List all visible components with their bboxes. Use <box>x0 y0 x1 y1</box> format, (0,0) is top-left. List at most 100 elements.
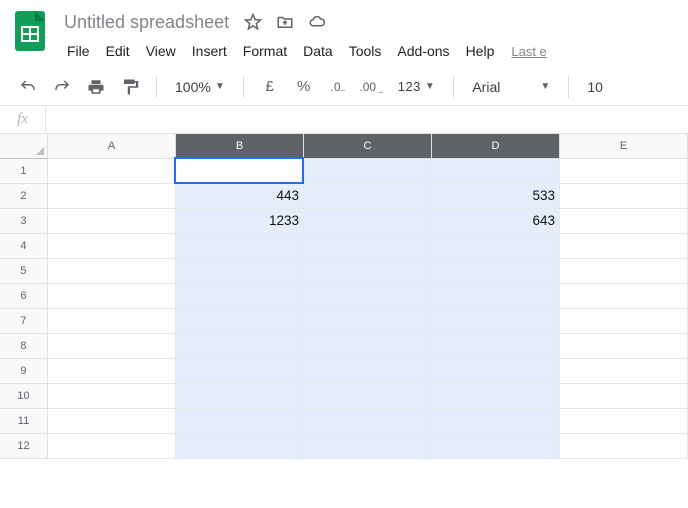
row-header-2[interactable]: 2 <box>0 183 47 208</box>
move-folder-icon[interactable] <box>273 10 297 34</box>
font-select[interactable]: Arial ▼ <box>466 73 556 101</box>
cell-A4[interactable] <box>47 233 175 258</box>
star-icon[interactable] <box>241 10 265 34</box>
number-format-select[interactable]: 123 ▼ <box>392 73 442 101</box>
col-header-C[interactable]: C <box>303 134 431 158</box>
cell-E6[interactable] <box>559 283 687 308</box>
cell-C12[interactable] <box>303 433 431 458</box>
cell-C7[interactable] <box>303 308 431 333</box>
font-size-select[interactable]: 10 <box>581 73 609 101</box>
menu-help[interactable]: Help <box>459 41 502 61</box>
cell-A12[interactable] <box>47 433 175 458</box>
print-button[interactable] <box>82 73 110 101</box>
decrease-decimal-button[interactable]: .0_ <box>324 73 352 101</box>
col-header-D[interactable]: D <box>431 134 559 158</box>
increase-decimal-button[interactable]: .00→ <box>358 73 386 101</box>
cell-C11[interactable] <box>303 408 431 433</box>
row-header-5[interactable]: 5 <box>0 258 47 283</box>
menu-data[interactable]: Data <box>296 41 340 61</box>
cell-A11[interactable] <box>47 408 175 433</box>
cell-E4[interactable] <box>559 233 687 258</box>
cell-C8[interactable] <box>303 333 431 358</box>
cell-B11[interactable] <box>175 408 303 433</box>
row-header-12[interactable]: 12 <box>0 433 47 458</box>
menu-file[interactable]: File <box>60 41 97 61</box>
menu-format[interactable]: Format <box>236 41 294 61</box>
menu-addons[interactable]: Add-ons <box>390 41 456 61</box>
cell-A7[interactable] <box>47 308 175 333</box>
cell-D6[interactable] <box>431 283 559 308</box>
cell-A3[interactable] <box>47 208 175 233</box>
currency-button[interactable]: £ <box>256 73 284 101</box>
cell-E1[interactable] <box>559 158 687 183</box>
menu-tools[interactable]: Tools <box>342 41 389 61</box>
cell-A10[interactable] <box>47 383 175 408</box>
cell-E10[interactable] <box>559 383 687 408</box>
cell-B12[interactable] <box>175 433 303 458</box>
cell-E2[interactable] <box>559 183 687 208</box>
sheets-logo[interactable] <box>12 8 48 54</box>
cell-E8[interactable] <box>559 333 687 358</box>
cell-D12[interactable] <box>431 433 559 458</box>
undo-button[interactable] <box>14 73 42 101</box>
cell-A2[interactable] <box>47 183 175 208</box>
cell-B3[interactable]: 1233 <box>175 208 303 233</box>
cell-E5[interactable] <box>559 258 687 283</box>
row-header-3[interactable]: 3 <box>0 208 47 233</box>
cell-D4[interactable] <box>431 233 559 258</box>
cell-D3[interactable]: 643 <box>431 208 559 233</box>
cell-B9[interactable] <box>175 358 303 383</box>
cell-E12[interactable] <box>559 433 687 458</box>
cell-B7[interactable] <box>175 308 303 333</box>
cell-C5[interactable] <box>303 258 431 283</box>
cell-C10[interactable] <box>303 383 431 408</box>
col-header-B[interactable]: B <box>175 134 303 158</box>
row-header-7[interactable]: 7 <box>0 308 47 333</box>
cell-C9[interactable] <box>303 358 431 383</box>
percent-button[interactable]: % <box>290 73 318 101</box>
row-header-1[interactable]: 1 <box>0 158 47 183</box>
redo-button[interactable] <box>48 73 76 101</box>
paint-format-button[interactable] <box>116 73 144 101</box>
cell-D5[interactable] <box>431 258 559 283</box>
cell-E3[interactable] <box>559 208 687 233</box>
menu-insert[interactable]: Insert <box>185 41 234 61</box>
cell-B8[interactable] <box>175 333 303 358</box>
select-all-corner[interactable] <box>0 134 47 158</box>
menu-edit[interactable]: Edit <box>99 41 137 61</box>
cell-C1[interactable] <box>303 158 431 183</box>
cell-C6[interactable] <box>303 283 431 308</box>
cell-C3[interactable] <box>303 208 431 233</box>
cell-D11[interactable] <box>431 408 559 433</box>
cell-E11[interactable] <box>559 408 687 433</box>
cell-A9[interactable] <box>47 358 175 383</box>
zoom-select[interactable]: 100% ▼ <box>169 73 231 101</box>
doc-title[interactable]: Untitled spreadsheet <box>60 10 233 35</box>
row-header-11[interactable]: 11 <box>0 408 47 433</box>
row-header-4[interactable]: 4 <box>0 233 47 258</box>
row-header-9[interactable]: 9 <box>0 358 47 383</box>
cell-E9[interactable] <box>559 358 687 383</box>
cell-A1[interactable] <box>47 158 175 183</box>
row-header-8[interactable]: 8 <box>0 333 47 358</box>
cell-C4[interactable] <box>303 233 431 258</box>
col-header-E[interactable]: E <box>559 134 687 158</box>
cell-B1[interactable] <box>175 158 303 183</box>
cell-B5[interactable] <box>175 258 303 283</box>
formula-input[interactable] <box>46 106 688 133</box>
cell-B6[interactable] <box>175 283 303 308</box>
cell-D10[interactable] <box>431 383 559 408</box>
row-header-6[interactable]: 6 <box>0 283 47 308</box>
cell-D8[interactable] <box>431 333 559 358</box>
cell-D2[interactable]: 533 <box>431 183 559 208</box>
cell-D9[interactable] <box>431 358 559 383</box>
cloud-status-icon[interactable] <box>305 10 329 34</box>
cell-A6[interactable] <box>47 283 175 308</box>
cell-E7[interactable] <box>559 308 687 333</box>
cell-B10[interactable] <box>175 383 303 408</box>
cell-D7[interactable] <box>431 308 559 333</box>
cell-A8[interactable] <box>47 333 175 358</box>
menu-view[interactable]: View <box>139 41 183 61</box>
last-edit-link[interactable]: Last e <box>511 44 546 59</box>
row-header-10[interactable]: 10 <box>0 383 47 408</box>
